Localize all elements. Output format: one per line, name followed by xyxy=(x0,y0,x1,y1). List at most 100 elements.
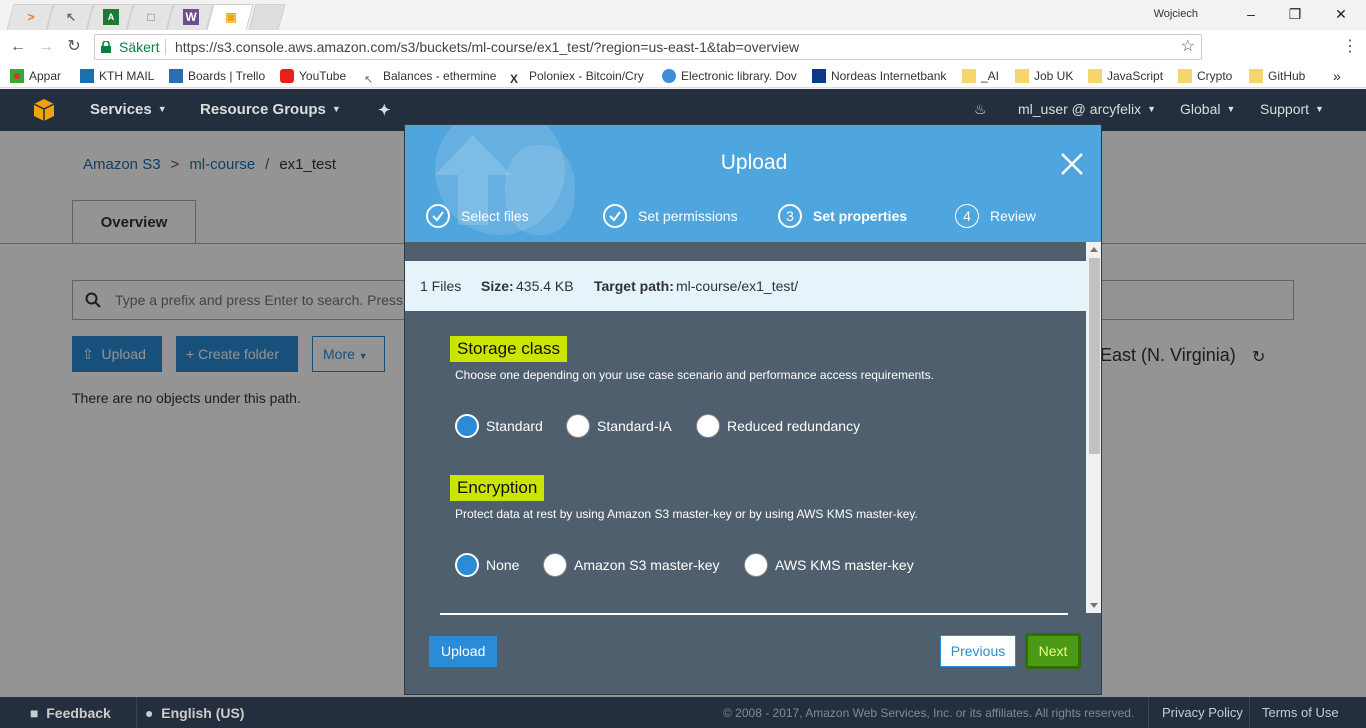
chrome-menu-icon[interactable]: ⋮ xyxy=(1340,37,1360,57)
folder-icon xyxy=(1178,69,1192,83)
new-tab-button[interactable] xyxy=(248,4,286,30)
scroll-thumb[interactable] xyxy=(1089,258,1100,454)
back-icon[interactable]: ← xyxy=(8,37,28,57)
modal-upload-button[interactable]: Upload xyxy=(429,636,498,667)
footer-divider xyxy=(1148,697,1149,728)
step-set-permissions[interactable]: Set permissions xyxy=(603,204,738,228)
bookmark-star-icon[interactable]: ☆ xyxy=(1181,35,1195,59)
terms-of-use-link[interactable]: Terms of Use xyxy=(1262,705,1339,720)
pin-icon[interactable]: ✦ xyxy=(378,101,391,119)
bookmark-poloniex[interactable]: X Poloniex - Bitcoin/Cry xyxy=(510,68,650,84)
bookmark-folder-github[interactable]: GitHub xyxy=(1249,68,1311,84)
radio-kms-master-key[interactable]: AWS KMS master-key xyxy=(744,553,914,577)
restore-button[interactable]: ❐ xyxy=(1280,4,1310,24)
folder-icon xyxy=(1015,69,1029,83)
next-button[interactable]: Next xyxy=(1025,633,1081,669)
apps-grid-icon xyxy=(10,69,24,83)
bookmark-nordea[interactable]: Nordeas Internetbank xyxy=(812,68,950,84)
chevron-down-icon: ▼ xyxy=(157,104,167,114)
size-value: 435.4 KB xyxy=(516,278,574,294)
bookmark-folder-javascript[interactable]: JavaScript xyxy=(1088,68,1168,84)
language-selector[interactable]: ● English (US) xyxy=(145,705,244,721)
radio-dot xyxy=(543,553,567,577)
close-window-button[interactable]: ✕ xyxy=(1326,4,1356,24)
forward-icon[interactable]: → xyxy=(36,37,56,57)
bookmark-folder-ai[interactable]: _AI xyxy=(962,68,1004,84)
resource-groups-menu[interactable]: Resource Groups ▼ xyxy=(200,101,341,118)
modal-divider xyxy=(440,613,1068,615)
aws-cube-icon[interactable] xyxy=(33,98,55,122)
chevron-down-icon: ▼ xyxy=(1147,104,1157,114)
bookmarks-bar: Appar KTH MAIL Boards | Trello YouTube ↖… xyxy=(0,64,1366,88)
profile-name[interactable]: Wojciech xyxy=(1154,8,1198,20)
privacy-policy-link[interactable]: Privacy Policy xyxy=(1162,705,1243,720)
region-menu[interactable]: Global ▼ xyxy=(1180,101,1235,117)
arrow-icon: > xyxy=(27,10,35,24)
modal-title: Upload xyxy=(720,151,788,174)
radio-s3-master-key[interactable]: Amazon S3 master-key xyxy=(543,553,720,577)
aws-cube-icon: ▣ xyxy=(225,10,237,24)
modal-header: Upload Select files Set permissions 3 Se… xyxy=(405,125,1101,242)
bookmark-youtube[interactable]: YouTube xyxy=(280,68,352,84)
address-separator xyxy=(165,39,166,55)
encryption-description: Protect data at rest by using Amazon S3 … xyxy=(455,507,918,521)
radio-standard[interactable]: Standard xyxy=(455,414,543,438)
step-number: 4 xyxy=(955,204,979,228)
modal-body: 1 Files Size: 435.4 KB Target path: ml-c… xyxy=(405,242,1086,613)
bank-icon xyxy=(812,69,826,83)
services-menu[interactable]: Services ▼ xyxy=(90,101,167,118)
scroll-up-icon[interactable] xyxy=(1090,247,1098,252)
browser-tabstrip: > ↖ A □ W ▣ Wojciech – ❐ ✕ xyxy=(0,0,1366,30)
ethermine-icon: ↖ xyxy=(65,10,77,24)
globe-icon: ● xyxy=(145,705,154,721)
upload-modal: Upload Select files Set permissions 3 Se… xyxy=(404,124,1102,695)
modal-scrollbar[interactable] xyxy=(1086,242,1101,613)
check-icon xyxy=(426,204,450,228)
minimize-button[interactable]: – xyxy=(1236,4,1266,24)
chevron-down-icon: ▼ xyxy=(1226,104,1236,114)
w-icon: W xyxy=(183,9,199,25)
footer-divider xyxy=(1249,697,1250,728)
scroll-down-icon[interactable] xyxy=(1090,603,1098,608)
folder-icon xyxy=(1088,69,1102,83)
chevron-down-icon: ▼ xyxy=(331,104,341,114)
document-icon: □ xyxy=(147,10,155,24)
radio-none[interactable]: None xyxy=(455,553,519,577)
lock-icon xyxy=(101,41,111,53)
youtube-icon xyxy=(280,69,294,83)
radio-dot-selected xyxy=(455,553,479,577)
more-bookmarks-button[interactable]: » xyxy=(1333,68,1347,84)
reload-icon[interactable]: ↻ xyxy=(64,37,84,57)
bell-icon[interactable]: ♨ xyxy=(974,101,987,118)
bookmark-ethermine[interactable]: ↖ Balances - ethermine xyxy=(364,68,498,84)
bookmark-folder-job-uk[interactable]: Job UK xyxy=(1015,68,1077,84)
outlook-icon xyxy=(80,69,94,83)
chat-bubble-icon: ■ xyxy=(30,705,39,721)
bookmark-trello[interactable]: Boards | Trello xyxy=(169,68,271,84)
radio-dot xyxy=(696,414,720,438)
browser-tab-active[interactable]: ▣ xyxy=(206,4,254,30)
step-select-files[interactable]: Select files xyxy=(426,204,529,228)
bookmark-kth-mail[interactable]: KTH MAIL xyxy=(80,68,162,84)
check-icon xyxy=(603,204,627,228)
step-review[interactable]: 4 Review xyxy=(955,204,1036,228)
sheet-icon: A xyxy=(103,9,119,25)
radio-standard-ia[interactable]: Standard-IA xyxy=(566,414,672,438)
bookmark-folder-crypto[interactable]: Crypto xyxy=(1178,68,1238,84)
file-count: 1 Files xyxy=(420,278,462,294)
address-bar[interactable]: Säkert https://s3.console.aws.amazon.com… xyxy=(94,34,1202,60)
support-menu[interactable]: Support ▼ xyxy=(1260,101,1324,117)
radio-dot xyxy=(566,414,590,438)
feedback-link[interactable]: ■ Feedback xyxy=(30,705,111,721)
previous-button[interactable]: Previous xyxy=(940,635,1016,667)
step-set-properties[interactable]: 3 Set properties xyxy=(778,204,907,228)
radio-reduced-redundancy[interactable]: Reduced redundancy xyxy=(696,414,860,438)
bookmark-electronic-library[interactable]: Electronic library. Dov xyxy=(662,68,802,84)
browser-toolbar: ← → ↻ Säkert https://s3.console.aws.amaz… xyxy=(0,30,1366,87)
close-icon[interactable] xyxy=(1059,151,1085,177)
bookmark-apps[interactable]: Appar xyxy=(10,68,70,84)
footer-divider xyxy=(136,697,137,728)
url-text[interactable]: https://s3.console.aws.amazon.com/s3/buc… xyxy=(175,35,799,59)
user-menu[interactable]: ml_user @ arcyfelix ▼ xyxy=(1018,101,1156,117)
folder-icon xyxy=(1249,69,1263,83)
